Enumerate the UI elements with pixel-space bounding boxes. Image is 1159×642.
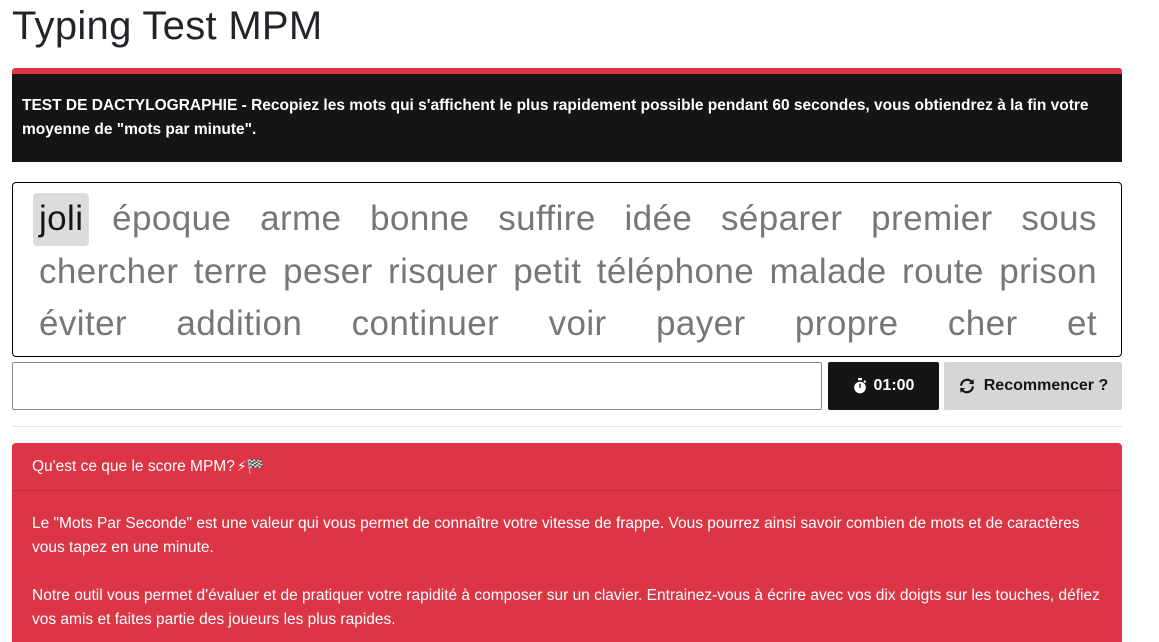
card-paragraph-2: Notre outil vous permet d'évaluer et de …	[32, 587, 1100, 628]
word: et	[1066, 304, 1097, 343]
typing-input[interactable]	[12, 362, 822, 410]
timer-value: 01:00	[873, 377, 915, 394]
word: époque	[112, 199, 232, 238]
word: peser	[283, 251, 373, 291]
word: cher	[947, 304, 1018, 343]
card-header: Qu'est ce que le score MPM? ⚡🏁	[12, 443, 1122, 491]
word: séparer	[720, 199, 843, 238]
lightning-flag-emoji: ⚡🏁	[236, 458, 265, 474]
word: propre	[794, 304, 899, 343]
word: téléphone	[596, 251, 755, 291]
current-word: joli	[33, 193, 90, 246]
instructions-text: TEST DE DACTYLOGRAPHIE - Recopiez les mo…	[22, 97, 1089, 138]
word: suffire	[498, 199, 596, 238]
stopwatch-icon	[853, 378, 867, 394]
page: Typing Test MPM TEST DE DACTYLOGRAPHIE -…	[0, 0, 1159, 642]
words-display: joli époque arme bonne suffire idée séparer pre…	[12, 182, 1122, 357]
timer-display: 01:00	[828, 362, 939, 410]
word: bonne	[370, 199, 470, 238]
card-body: Le "Mots Par Seconde" est une valeur qui…	[12, 491, 1122, 632]
word: petit	[513, 251, 582, 291]
page-title: Typing Test MPM	[12, 4, 323, 48]
word: premier	[871, 199, 993, 238]
word: sous	[1021, 199, 1097, 238]
word: éviter	[39, 304, 127, 343]
instructions-banner: TEST DE DACTYLOGRAPHIE - Recopiez les mo…	[12, 74, 1122, 162]
word: idée	[624, 199, 693, 238]
word: continuer	[351, 304, 500, 343]
word: route	[902, 251, 984, 291]
word: prison	[999, 251, 1097, 291]
word: voir	[548, 304, 607, 343]
word: payer	[655, 304, 746, 343]
card-paragraph-1: Le "Mots Par Seconde" est une valeur qui…	[32, 515, 1080, 556]
word: malade	[769, 251, 887, 291]
restart-label: Recommencer ?	[983, 377, 1109, 394]
refresh-icon	[958, 378, 976, 394]
word: risquer	[388, 251, 498, 291]
card-header-title: Qu'est ce que le score MPM?	[32, 458, 235, 475]
word: chercher	[39, 251, 179, 291]
mpm-info-card: Qu'est ce que le score MPM? ⚡🏁 Le "Mots …	[12, 443, 1122, 642]
restart-button[interactable]: Recommencer ?	[944, 362, 1122, 410]
word: terre	[193, 251, 268, 291]
word: addition	[176, 304, 303, 343]
word-list: joli époque arme bonne suffire idée séparer pre…	[33, 193, 1103, 351]
divider	[12, 426, 1122, 427]
word: arme	[260, 199, 342, 238]
